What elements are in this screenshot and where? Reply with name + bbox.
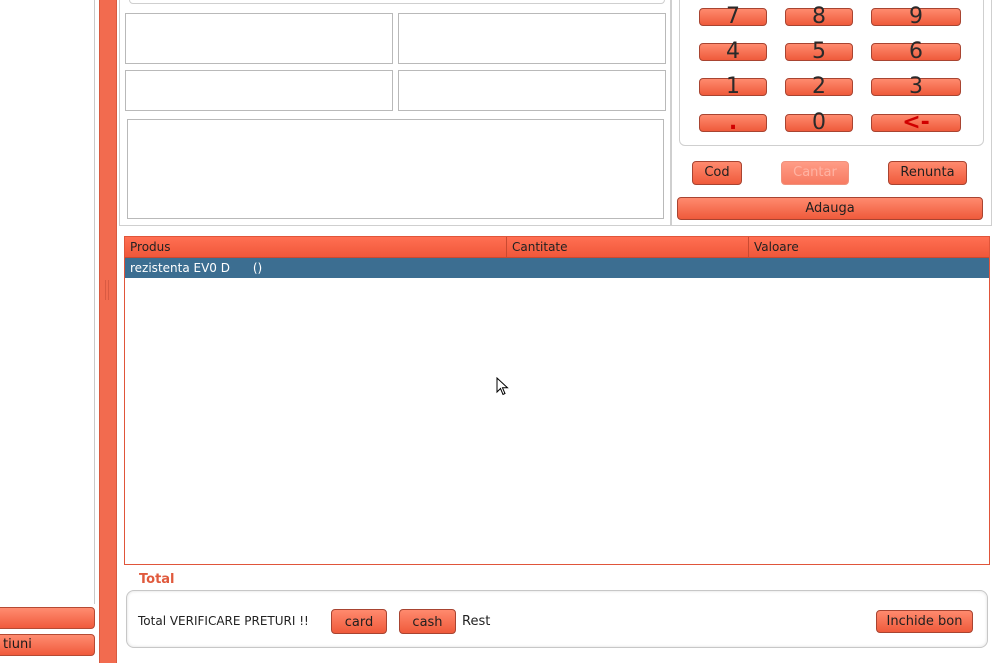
key-7[interactable]: 7	[699, 6, 767, 28]
inchide-bon-button[interactable]: Inchide bon	[876, 610, 973, 633]
card-button[interactable]: card	[331, 609, 387, 634]
form-field-4[interactable]	[398, 70, 666, 111]
key-2[interactable]: 2	[785, 76, 853, 98]
cell-valoare	[749, 258, 989, 278]
key-3[interactable]: 3	[871, 76, 961, 98]
total-status-text: Total VERIFICARE PRETURI !!	[138, 614, 309, 628]
left-panel	[0, 0, 95, 604]
cod-button[interactable]: Cod	[692, 161, 742, 185]
key-8[interactable]: 8	[785, 6, 853, 28]
key-0[interactable]: 0	[785, 112, 853, 134]
key-9[interactable]: 9	[871, 6, 961, 28]
key-4[interactable]: 4	[699, 41, 767, 63]
key-backspace[interactable]: <-	[871, 112, 961, 134]
cash-button[interactable]: cash	[399, 609, 456, 634]
form-field-2[interactable]	[398, 13, 666, 64]
panel-splitter[interactable]	[99, 0, 117, 663]
column-header-cantitate[interactable]: Cantitate	[507, 237, 749, 258]
left-action-button-2[interactable]: tiuni	[0, 634, 95, 656]
left-action-button-1[interactable]	[0, 607, 95, 629]
key-decimal[interactable]: .	[699, 112, 767, 134]
rest-label: Rest	[462, 614, 491, 629]
form-textarea[interactable]	[127, 119, 664, 219]
cell-produs: rezistenta EV0 D ()	[130, 261, 263, 275]
form-field-3[interactable]	[125, 70, 393, 111]
cell-cantitate	[507, 258, 749, 278]
key-6[interactable]: 6	[871, 41, 961, 63]
adauga-button[interactable]: Adauga	[677, 197, 983, 220]
products-table: Produs Cantitate Valoare rezistenta EV0 …	[124, 236, 990, 565]
splitter-grip-icon	[105, 280, 109, 300]
table-header: Produs Cantitate Valoare	[125, 237, 989, 258]
column-header-valoare[interactable]: Valoare	[749, 237, 989, 258]
form-top-field[interactable]	[129, 0, 665, 4]
key-1[interactable]: 1	[699, 76, 767, 98]
form-field-1[interactable]	[125, 13, 393, 64]
table-row[interactable]: rezistenta EV0 D ()	[125, 258, 989, 278]
renunta-button[interactable]: Renunta	[888, 161, 967, 185]
column-header-produs[interactable]: Produs	[125, 237, 507, 258]
key-5[interactable]: 5	[785, 41, 853, 63]
cantar-button[interactable]: Cantar	[781, 161, 849, 185]
total-section-label: Total	[139, 572, 175, 587]
mouse-cursor-icon	[496, 376, 510, 397]
